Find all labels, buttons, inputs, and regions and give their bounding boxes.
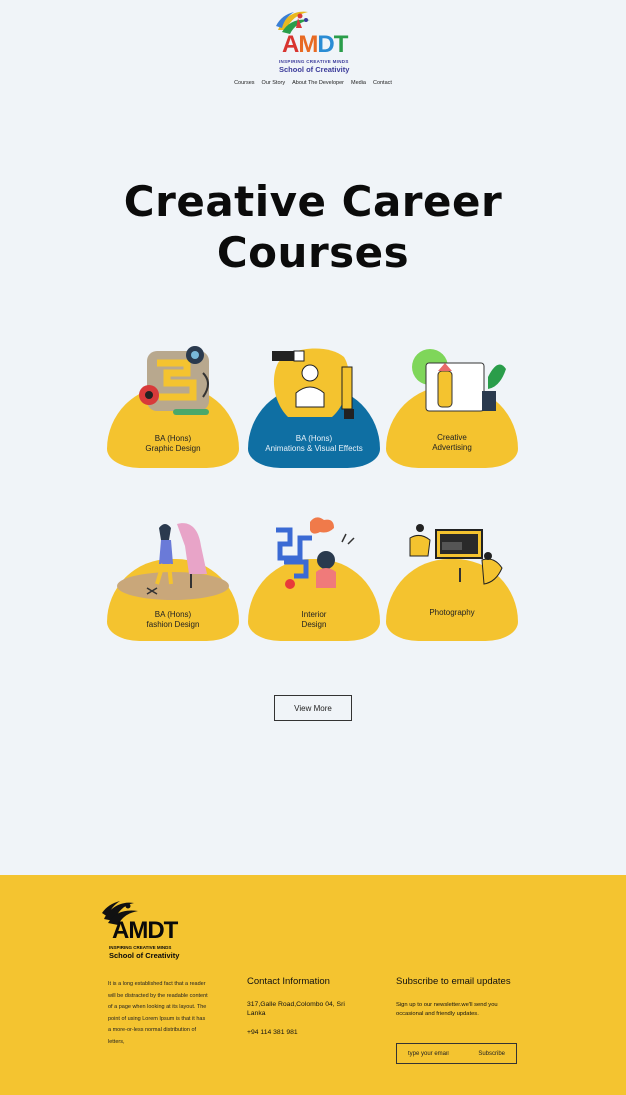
subscribe-form: Subscribe bbox=[396, 1043, 517, 1064]
course-card-animation-vfx[interactable]: BA (Hons) Animations & Visual Effects bbox=[248, 343, 380, 468]
footer-logo-tagline: INSPIRING CREATIVE MINDS bbox=[109, 945, 172, 950]
footer-logo[interactable]: AMDT INSPIRING CREATIVE MINDS School of … bbox=[102, 899, 196, 960]
subscribe-heading: Subscribe to email updates bbox=[396, 976, 511, 987]
course-card-interior-design[interactable]: Interior Design bbox=[248, 516, 380, 641]
nav-courses[interactable]: Courses bbox=[234, 80, 254, 86]
course-line1: BA (Hons) bbox=[154, 434, 192, 443]
footer: AMDT INSPIRING CREATIVE MINDS School of … bbox=[0, 875, 626, 1095]
course-line2: Animations & Visual Effects bbox=[265, 444, 363, 453]
course-line2: fashion Design bbox=[146, 620, 200, 629]
photography-illustration-icon bbox=[409, 524, 503, 585]
animation-illustration-icon bbox=[272, 348, 354, 419]
advertising-illustration-icon bbox=[412, 349, 506, 412]
logo-wordmark: AMDT bbox=[282, 31, 348, 58]
course-label: BA (Hons) Graphic Design bbox=[107, 434, 239, 454]
view-more-button[interactable]: View More bbox=[274, 695, 352, 721]
interior-illustration-icon bbox=[276, 517, 355, 589]
email-input[interactable] bbox=[408, 1050, 468, 1057]
course-label: Creative Advertising bbox=[386, 433, 518, 453]
course-label: Interior Design bbox=[248, 610, 380, 630]
course-line1: BA (Hons) bbox=[295, 434, 333, 443]
contact-address: 317,Galle Road,Colombo 04, Sri Lanka bbox=[247, 1001, 345, 1017]
nav-our-story[interactable]: Our Story bbox=[262, 80, 286, 86]
graphic-design-illustration-icon bbox=[139, 346, 209, 415]
nav-about-developer[interactable]: About The Developer bbox=[292, 80, 344, 86]
course-card-fashion-design[interactable]: BA (Hons) fashion Design bbox=[107, 516, 239, 641]
fashion-illustration-icon bbox=[117, 523, 229, 600]
course-line1: Interior bbox=[301, 610, 327, 619]
hero-title: Creative Career Courses bbox=[0, 176, 626, 278]
course-label: BA (Hons) fashion Design bbox=[107, 610, 239, 630]
course-card-creative-advertising[interactable]: Creative Advertising bbox=[386, 343, 518, 468]
nav-media[interactable]: Media bbox=[351, 80, 366, 86]
subscribe-button[interactable]: Subscribe bbox=[478, 1051, 505, 1057]
footer-logo-school: School of Creativity bbox=[109, 951, 180, 960]
hero-title-line1: Creative Career bbox=[123, 177, 503, 226]
course-line2: Graphic Design bbox=[145, 444, 201, 453]
contact-heading: Contact Information bbox=[247, 976, 330, 987]
footer-logo-wordmark: AMDT bbox=[112, 917, 178, 944]
amdt-logo[interactable]: AMDT INSPIRING CREATIVE MINDS School of … bbox=[268, 8, 360, 74]
main-nav: Courses Our Story About The Developer Me… bbox=[0, 80, 626, 86]
logo-school: School of Creativity bbox=[279, 65, 350, 74]
logo-tagline: INSPIRING CREATIVE MINDS bbox=[279, 59, 349, 64]
course-card-photography[interactable]: Photography bbox=[386, 516, 518, 641]
hero-title-line2: Courses bbox=[216, 228, 410, 277]
footer-about-text: It is a long established fact that a rea… bbox=[108, 981, 208, 1045]
course-line1: Photography bbox=[429, 608, 475, 617]
course-line2: Design bbox=[301, 620, 327, 629]
contact-phone[interactable]: +94 114 381 981 bbox=[247, 1029, 298, 1036]
course-card-graphic-design[interactable]: BA (Hons) Graphic Design bbox=[107, 343, 239, 468]
course-label: Photography bbox=[386, 608, 518, 618]
course-line1: BA (Hons) bbox=[154, 610, 192, 619]
course-line1: Creative bbox=[437, 433, 467, 442]
nav-contact[interactable]: Contact bbox=[373, 80, 392, 86]
subscribe-description: Sign up to our newsletter.we'll send you… bbox=[396, 1002, 498, 1017]
course-line2: Advertising bbox=[432, 443, 472, 452]
course-label: BA (Hons) Animations & Visual Effects bbox=[248, 434, 380, 454]
